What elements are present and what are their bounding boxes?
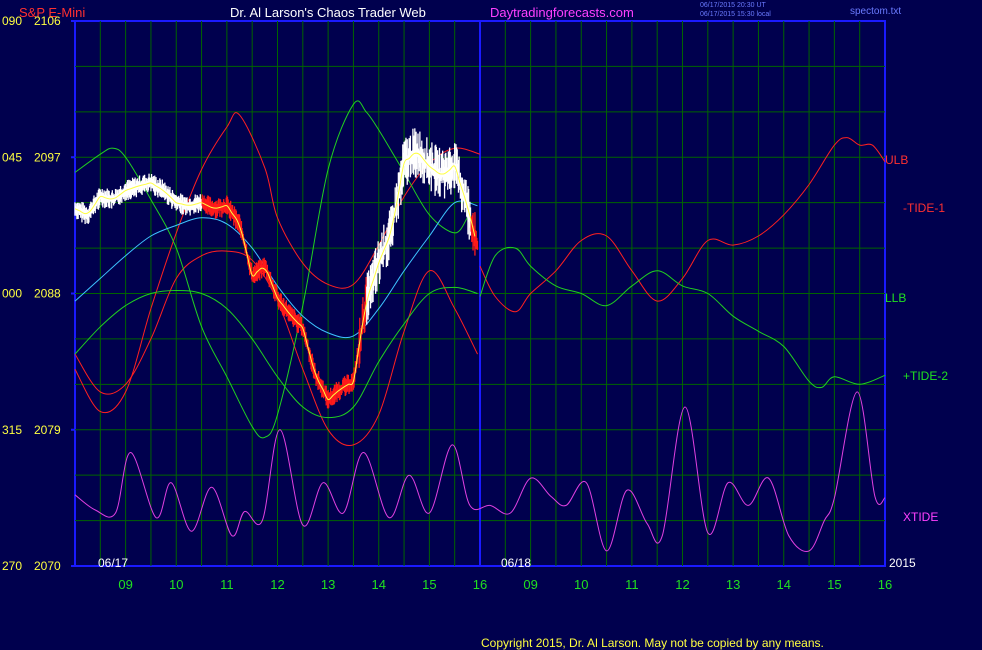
series-label-ulb: ULB (885, 153, 908, 167)
cyan-average-line (74, 200, 478, 339)
y-tick-price: 2079 (34, 423, 61, 437)
x-tick-label: 09 (118, 577, 132, 592)
date-label-0617: 06/17 (98, 556, 128, 570)
series-label-tide1: -TIDE-1 (903, 201, 945, 215)
x-tick-label: 13 (321, 577, 335, 592)
series-label-llb: LLB (885, 291, 906, 305)
y-tick-angle: 270 (2, 559, 22, 573)
x-tick-label: 12 (675, 577, 689, 592)
y-tick-price: 2088 (34, 287, 61, 301)
price-bars (74, 128, 479, 409)
y-tick-angle: 090 (2, 14, 22, 28)
x-tick-label: 16 (878, 577, 892, 592)
x-tick-label: 11 (220, 577, 234, 592)
y-tick-angle: 000 (2, 287, 22, 301)
red-lower-line-day1 (74, 250, 478, 446)
y-tick-angle: 315 (2, 423, 22, 437)
y-tick-angle: 045 (2, 150, 22, 164)
green-lower-line-day1 (74, 286, 478, 419)
x-tick-label: 15 (827, 577, 841, 592)
x-tick-label: 14 (372, 577, 386, 592)
x-tick-label: 14 (777, 577, 791, 592)
x-tick-label: 15 (422, 577, 436, 592)
x-tick-label: 11 (625, 577, 639, 592)
y-tick-price: 2097 (34, 150, 61, 164)
x-tick-label: 13 (726, 577, 740, 592)
grid-lines (74, 20, 886, 567)
axis-labels: 090 2106 045 2097 000 2088 315 2079 270 2070 09 10 1… (2, 14, 948, 592)
y-tick-price: 2106 (34, 14, 61, 28)
date-label-0618: 06/18 (501, 556, 531, 570)
year-label: 2015 (889, 556, 916, 570)
series-label-xtide: XTIDE (903, 510, 938, 524)
x-tick-label: 10 (574, 577, 588, 592)
x-tick-label: 09 (523, 577, 537, 592)
series-label-tide2: +TIDE-2 (903, 369, 948, 383)
x-tick-label: 12 (270, 577, 284, 592)
y-tick-price: 2070 (34, 559, 61, 573)
chart-canvas: 090 2106 045 2097 000 2088 315 2079 270 2070 09 10 1… (2, 14, 948, 592)
x-tick-label: 10 (169, 577, 183, 592)
x-tick-label: 16 (473, 577, 487, 592)
